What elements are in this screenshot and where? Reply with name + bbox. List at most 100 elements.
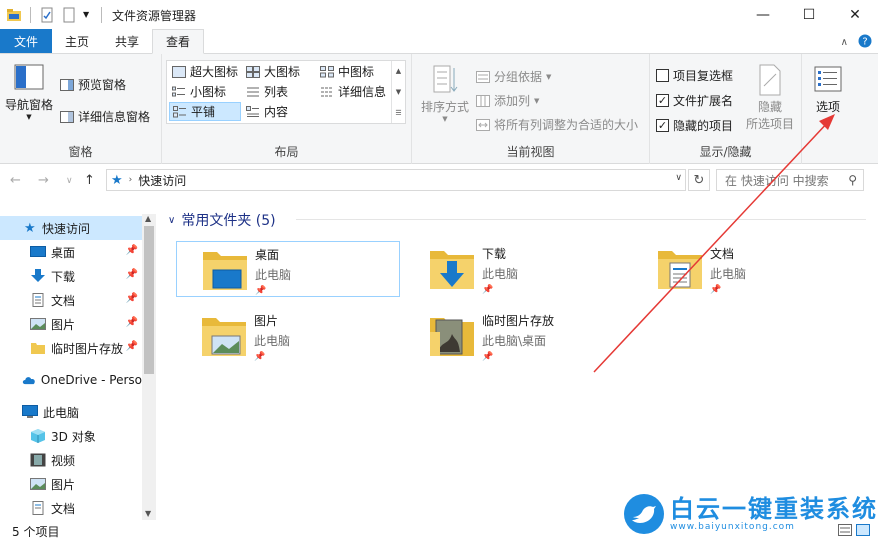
address-bar[interactable]: ★ › 快速访问 ∨ <box>106 169 686 191</box>
desktop-icon <box>30 246 46 257</box>
chevron-down-icon[interactable]: ∨ <box>168 215 175 226</box>
layout-label: 小图标 <box>190 85 227 99</box>
item-checkboxes-checkbox[interactable] <box>656 69 669 82</box>
layout-medium-icons[interactable]: 中图标 <box>317 62 377 81</box>
nav-item-3d-objects[interactable]: 3D 对象 <box>0 424 142 448</box>
group-by-button[interactable]: 分组依据 ▼ <box>476 68 551 85</box>
tab-file[interactable]: 文件 <box>0 29 53 53</box>
folder-tile-documents[interactable]: 文档 此电脑 📌 <box>632 241 856 297</box>
hidden-items-toggle[interactable]: ✓ 隐藏的项目 <box>656 117 733 134</box>
options-button[interactable]: 选项 <box>808 66 848 115</box>
sort-by-button[interactable]: 排序方式 ▼ <box>420 64 470 123</box>
add-columns-button[interactable]: 添加列 ▼ <box>476 92 539 109</box>
nav-item-label: 此电脑 <box>43 405 80 420</box>
group-panes: 导航窗格 ▼ 预览窗格 详细信息窗格 窗格 <box>0 54 162 164</box>
nav-item-temp-pictures[interactable]: 临时图片存放 📌 <box>0 336 142 360</box>
layout-gallery-scroll[interactable]: ▲ ▼ ☰ <box>391 61 405 123</box>
layout-small-icons[interactable]: 小图标 <box>169 82 229 101</box>
title-bar: ▼ 文件资源管理器 — ☐ ✕ <box>0 0 878 30</box>
refresh-button[interactable]: ↻ <box>688 169 710 191</box>
size-columns-button[interactable]: 将所有列调整为合适的大小 <box>476 116 638 133</box>
address-history-chevron-icon[interactable]: ∨ <box>675 173 682 183</box>
nav-item-pictures-pc[interactable]: 图片 <box>0 472 142 496</box>
maximize-button[interactable]: ☐ <box>786 0 832 30</box>
new-folder-icon[interactable] <box>61 7 77 23</box>
folder-name: 图片 <box>254 314 279 328</box>
folder-tile-temp-pictures[interactable]: 临时图片存放 此电脑\桌面 📌 <box>404 308 628 364</box>
layout-extra-large-icons[interactable]: 超大图标 <box>169 62 241 81</box>
section-header[interactable]: ∨ 常用文件夹 (5) <box>168 210 276 230</box>
watermark-logo: 白云一键重装系统 www.baiyunxitong.com <box>624 494 878 534</box>
details-pane-button[interactable]: 详细信息窗格 <box>60 108 150 125</box>
nav-item-quick-access[interactable]: ★ 快速访问 <box>0 216 142 240</box>
layout-tiles[interactable]: 平铺 <box>169 102 241 121</box>
folder-location: 此电脑 <box>482 267 519 281</box>
nav-item-desktop[interactable]: 桌面 📌 <box>0 240 142 264</box>
options-label: 选项 <box>815 100 840 114</box>
chevron-down-icon[interactable]: ▼ <box>396 88 401 96</box>
pin-icon[interactable]: 📌 <box>126 317 138 328</box>
scrollbar-thumb[interactable] <box>144 226 154 374</box>
nav-item-this-pc[interactable]: 此电脑 <box>0 400 142 424</box>
folder-tile-desktop[interactable]: 桌面 此电脑 📌 <box>176 241 400 297</box>
group-label-current-view: 当前视图 <box>506 145 555 159</box>
pin-icon[interactable]: 📌 <box>126 341 138 352</box>
recent-locations-chevron-icon[interactable]: ∨ <box>66 176 73 186</box>
nav-item-label: 图片 <box>51 477 76 492</box>
layout-content[interactable]: 内容 <box>243 102 291 121</box>
nav-item-label: 临时图片存放 <box>51 341 124 356</box>
nav-item-documents[interactable]: 文档 📌 <box>0 288 142 312</box>
tab-view[interactable]: 查看 <box>152 29 205 54</box>
address-text[interactable]: 快速访问 <box>138 172 186 189</box>
pin-icon: 📌 <box>482 285 494 295</box>
computer-icon <box>22 405 38 418</box>
nav-item-pictures[interactable]: 图片 📌 <box>0 312 142 336</box>
ribbon: 导航窗格 ▼ 预览窗格 详细信息窗格 窗格 布局 超大图标 大图标 中图标 小图… <box>0 54 878 164</box>
search-input[interactable]: 在 快速访问 中搜索 ⚲ <box>716 169 864 191</box>
layout-label: 平铺 <box>191 105 216 119</box>
nav-item-videos[interactable]: 视频 <box>0 448 142 472</box>
preview-pane-button[interactable]: 预览窗格 <box>60 76 126 93</box>
item-checkboxes-toggle[interactable]: 项目复选框 <box>656 67 733 84</box>
file-extensions-checkbox[interactable]: ✓ <box>656 94 669 107</box>
collapse-ribbon-chevron-icon[interactable]: ∧ <box>841 37 848 48</box>
pin-icon[interactable]: 📌 <box>126 245 138 256</box>
navigation-pane-button[interactable]: 导航窗格 ▼ <box>4 64 54 121</box>
breadcrumb-separator-icon[interactable]: › <box>129 175 133 185</box>
hide-selected-items-button[interactable]: 隐藏 所选项目 <box>744 64 796 132</box>
layout-details[interactable]: 详细信息 <box>317 82 389 101</box>
layout-large-icons[interactable]: 大图标 <box>243 62 303 81</box>
pin-icon[interactable]: 📌 <box>126 269 138 280</box>
tab-home[interactable]: 主页 <box>52 29 102 53</box>
group-current-view: 排序方式 ▼ 分组依据 ▼ 添加列 ▼ 将所有列调整为合适的大小 当前视图 <box>412 54 650 164</box>
help-icon[interactable]: ? <box>858 34 872 51</box>
chevron-down-icon: ▼ <box>534 96 540 105</box>
properties-icon[interactable] <box>39 7 55 23</box>
folder-location: 此电脑\桌面 <box>482 334 547 348</box>
sort-icon <box>433 65 458 93</box>
scroll-up-icon[interactable]: ▲ <box>145 214 151 223</box>
nav-item-downloads[interactable]: 下载 📌 <box>0 264 142 288</box>
file-extensions-toggle[interactable]: ✓ 文件扩展名 <box>656 92 733 109</box>
tab-share[interactable]: 共享 <box>102 29 152 53</box>
up-arrow-icon[interactable]: ↑ <box>84 173 95 188</box>
minimize-button[interactable]: — <box>740 0 786 30</box>
forward-arrow-icon[interactable]: → <box>38 173 49 188</box>
layout-list[interactable]: 列表 <box>243 82 291 101</box>
search-icon[interactable]: ⚲ <box>848 173 857 187</box>
folder-tile-downloads[interactable]: 下载 此电脑 📌 <box>404 241 628 297</box>
nav-item-label: OneDrive - Perso <box>40 373 142 387</box>
customize-qat-chevron-icon[interactable]: ▼ <box>83 7 93 23</box>
pin-icon[interactable]: 📌 <box>126 293 138 304</box>
nav-item-onedrive[interactable]: OneDrive - Perso <box>0 368 142 392</box>
back-arrow-icon[interactable]: ← <box>10 173 21 188</box>
folder-tile-pictures[interactable]: 图片 此电脑 📌 <box>176 308 400 364</box>
add-columns-label: 添加列 <box>494 94 531 108</box>
navigation-pane-scrollbar[interactable]: ▲ ▼ <box>142 214 156 520</box>
hidden-items-checkbox[interactable]: ✓ <box>656 119 669 132</box>
close-button[interactable]: ✕ <box>832 0 878 30</box>
expand-gallery-icon[interactable]: ☰ <box>395 109 401 117</box>
chevron-up-icon[interactable]: ▲ <box>396 67 401 75</box>
nav-item-documents-pc[interactable]: 文档 <box>0 496 142 520</box>
scroll-down-icon[interactable]: ▼ <box>145 509 151 518</box>
